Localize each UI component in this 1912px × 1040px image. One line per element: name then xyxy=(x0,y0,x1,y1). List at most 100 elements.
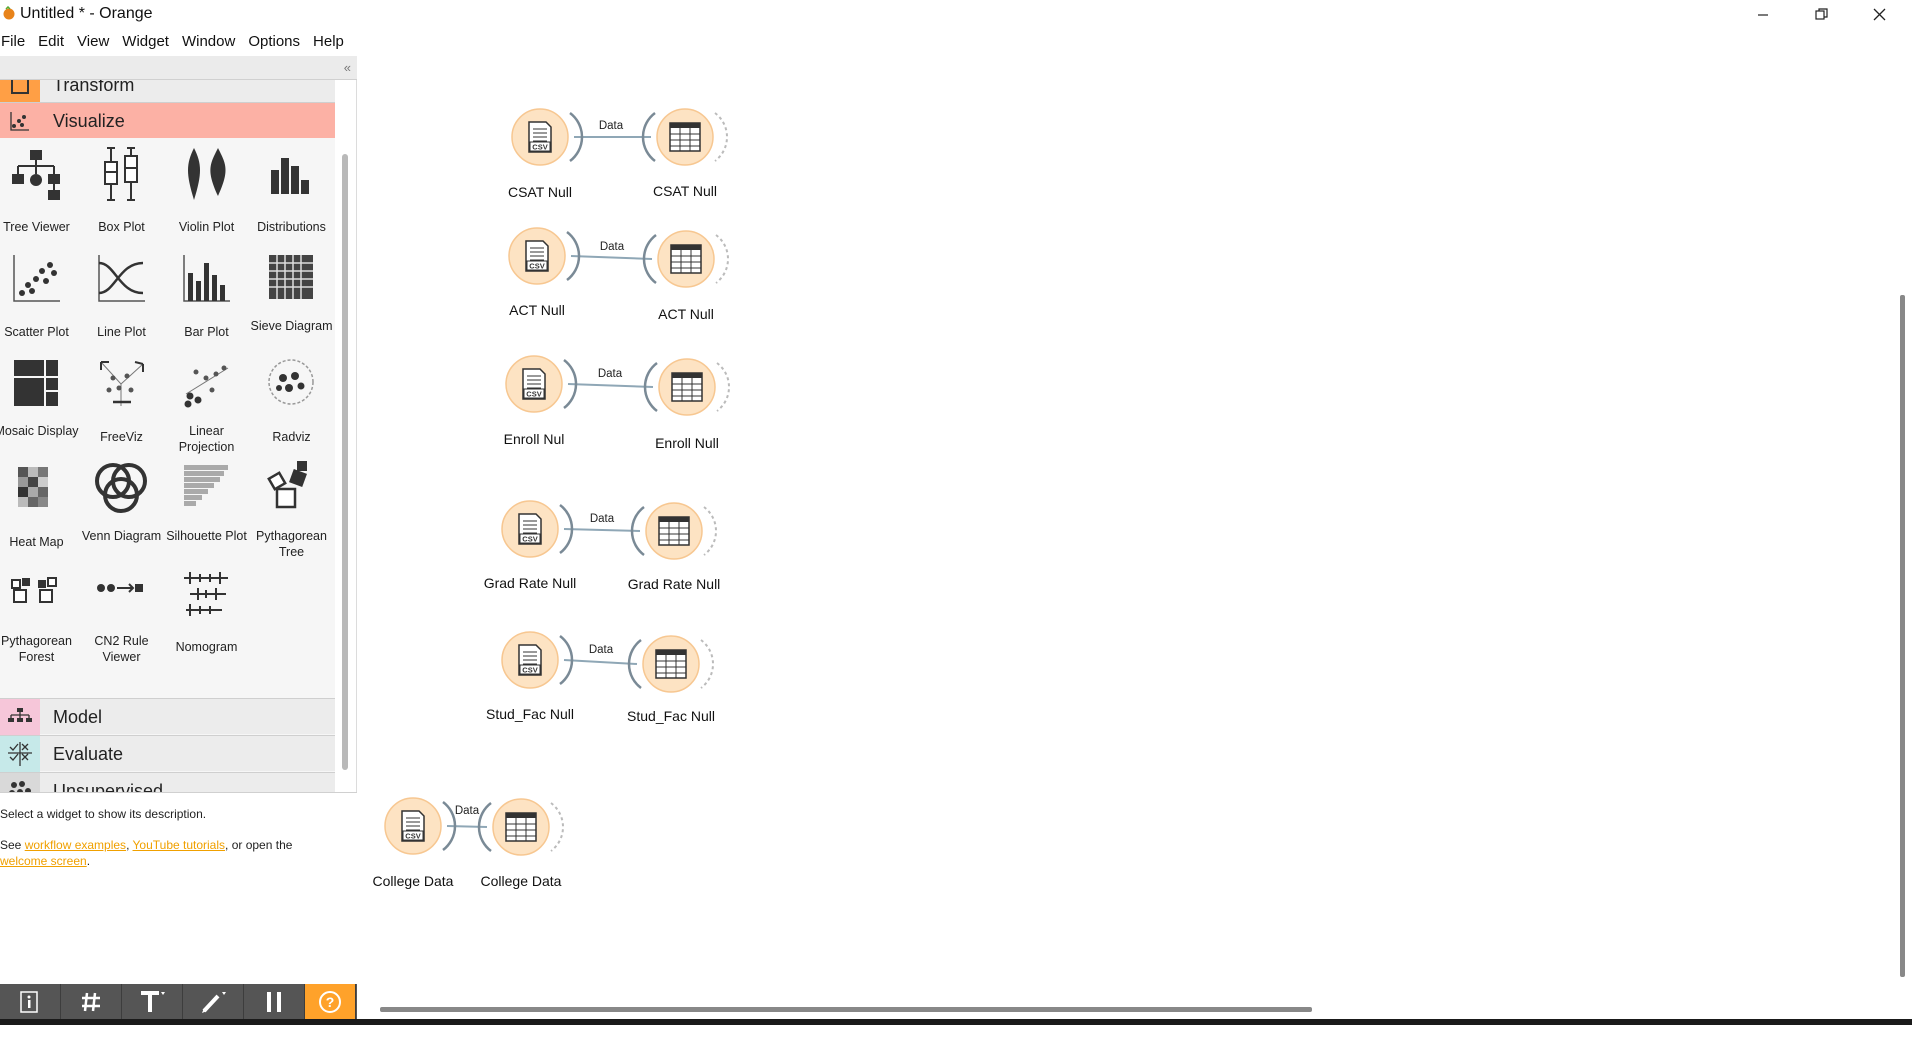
widget-linear-projection[interactable]: Linear Projection xyxy=(164,350,249,454)
category-evaluate[interactable]: Evaluate xyxy=(0,735,335,772)
widget-label: Scatter Plot xyxy=(4,325,69,339)
widget-label: CN2 Rule Viewer xyxy=(94,634,149,664)
sieve-diagram-icon xyxy=(269,255,313,299)
text-annotation-button[interactable] xyxy=(122,984,183,1019)
csv-file-icon: CSV xyxy=(522,368,546,400)
workflow-canvas[interactable]: CSV CSV CSV CSV CSV CSV Data CSAT Null CSAT Nul… xyxy=(358,56,1898,1001)
data-link[interactable] xyxy=(563,659,638,665)
widget-line-plot[interactable]: Line Plot xyxy=(79,245,164,347)
data-table-node[interactable] xyxy=(641,108,728,166)
text-icon xyxy=(141,990,165,1012)
data-table-node[interactable] xyxy=(630,502,717,560)
csv-file-node[interactable]: CSV xyxy=(501,631,574,689)
widget-violin-plot[interactable]: Violin Plot xyxy=(164,140,249,242)
category-visualize[interactable]: Visualize xyxy=(0,102,335,138)
source-node-label[interactable]: ACT Null xyxy=(509,302,565,318)
menu-widget[interactable]: Widget xyxy=(121,30,179,54)
bar-plot-icon xyxy=(183,255,230,302)
svg-text:CSV: CSV xyxy=(405,832,420,841)
widget-pythagorean-tree[interactable]: Pythagorean Tree xyxy=(249,455,334,559)
data-table-node[interactable] xyxy=(642,230,729,288)
menu-options[interactable]: Options xyxy=(247,30,310,54)
menu-file[interactable]: File xyxy=(0,30,35,54)
menu-help[interactable]: Help xyxy=(312,30,354,54)
canvas-toolbar: ? xyxy=(0,984,357,1019)
category-transform[interactable]: Transform xyxy=(0,80,335,103)
data-link[interactable] xyxy=(563,528,641,532)
data-link[interactable] xyxy=(570,255,653,260)
pause-button[interactable] xyxy=(244,984,305,1019)
workflow-examples-link[interactable]: workflow examples xyxy=(25,838,126,852)
menu-edit[interactable]: Edit xyxy=(37,30,74,54)
csv-file-node[interactable]: CSV xyxy=(511,108,584,166)
menu-window[interactable]: Window xyxy=(181,30,245,54)
menu-view[interactable]: View xyxy=(76,30,119,54)
widget-pythagorean-forest[interactable]: Pythagorean Forest xyxy=(0,560,79,664)
info-button[interactable] xyxy=(0,984,61,1019)
data-table-icon xyxy=(669,122,701,152)
close-icon xyxy=(1873,8,1885,21)
widget-heat-map[interactable]: Heat Map xyxy=(0,455,79,557)
arrow-annotation-button[interactable] xyxy=(183,984,244,1019)
widget-distributions[interactable]: Distributions xyxy=(249,140,334,242)
widget-label: Line Plot xyxy=(97,325,146,339)
widget-silhouette-plot[interactable]: Silhouette Plot xyxy=(164,455,249,557)
evaluate-icon xyxy=(0,736,40,772)
csv-file-icon: CSV xyxy=(525,240,549,272)
widget-bar-plot[interactable]: Bar Plot xyxy=(164,245,249,347)
csv-file-node[interactable]: CSV xyxy=(508,227,581,285)
target-node-label[interactable]: CSAT Null xyxy=(653,183,717,199)
svg-text:CSV: CSV xyxy=(522,535,537,544)
workflow-link-group: CSV xyxy=(511,108,728,166)
source-node-label[interactable]: Stud_Fac Null xyxy=(486,706,574,722)
target-node-label[interactable]: College Data xyxy=(481,873,562,889)
data-table-node[interactable] xyxy=(643,358,730,416)
youtube-tutorials-link[interactable]: YouTube tutorials xyxy=(133,838,226,852)
widget-label: Heat Map xyxy=(9,535,64,549)
csv-file-node[interactable]: CSV xyxy=(501,500,574,558)
widget-venn-diagram[interactable]: Venn Diagram xyxy=(79,455,164,557)
widget-cn2-rule-viewer[interactable]: CN2 Rule Viewer xyxy=(79,560,164,664)
widget-mosaic-display[interactable]: Mosaic Display xyxy=(0,350,79,452)
widget-nomogram[interactable]: Nomogram xyxy=(164,560,249,662)
workflow-link-group: CSV xyxy=(501,631,714,693)
source-node-label[interactable]: CSAT Null xyxy=(508,184,572,200)
widget-tree-viewer[interactable]: Tree Viewer xyxy=(0,140,79,242)
category-model[interactable]: Model xyxy=(0,698,335,735)
workflow-graph: CSV CSV CSV CSV CSV CSV xyxy=(384,108,730,856)
target-node-label[interactable]: Grad Rate Null xyxy=(628,576,721,592)
help-button[interactable]: ? xyxy=(305,984,356,1019)
close-button[interactable] xyxy=(1850,0,1908,29)
target-node-label[interactable]: Stud_Fac Null xyxy=(627,708,715,724)
canvas-vertical-scrollbar[interactable] xyxy=(1900,295,1905,977)
csv-file-node[interactable]: CSV xyxy=(505,355,578,413)
link-label: Data xyxy=(588,644,614,656)
widget-freeviz[interactable]: FreeViz xyxy=(79,350,164,452)
restore-button[interactable] xyxy=(1792,0,1850,29)
widget-label: Pythagorean Forest xyxy=(1,634,72,664)
category-transform-label: Transform xyxy=(53,80,135,95)
source-node-label[interactable]: Enroll Nul xyxy=(504,431,565,447)
widget-label: Mosaic Display xyxy=(0,424,79,438)
source-node-label[interactable]: College Data xyxy=(373,873,454,889)
data-table-node[interactable] xyxy=(477,798,564,856)
source-node-label[interactable]: Grad Rate Null xyxy=(484,575,577,591)
welcome-screen-link[interactable]: welcome screen xyxy=(0,854,87,868)
csv-file-node[interactable]: CSV xyxy=(384,797,457,855)
data-link[interactable] xyxy=(446,825,488,828)
toolbox-scrollbar[interactable] xyxy=(342,154,348,770)
data-link[interactable] xyxy=(567,383,654,388)
widget-label: Violin Plot xyxy=(178,220,235,234)
minimize-button[interactable] xyxy=(1734,0,1792,29)
pythagorean-forest-icon xyxy=(11,577,57,603)
canvas-horizontal-scrollbar[interactable] xyxy=(380,1007,1312,1012)
target-node-label[interactable]: Enroll Null xyxy=(655,435,719,451)
grid-button[interactable] xyxy=(61,984,122,1019)
widget-radviz[interactable]: Radviz xyxy=(249,350,334,452)
widget-scatter-plot[interactable]: Scatter Plot xyxy=(0,245,79,347)
widget-sieve-diagram[interactable]: Sieve Diagram xyxy=(249,245,334,347)
widget-box-plot[interactable]: Box Plot xyxy=(79,140,164,242)
target-node-label[interactable]: ACT Null xyxy=(658,306,714,322)
collapse-dock-icon[interactable]: « xyxy=(344,60,351,75)
data-table-node[interactable] xyxy=(627,635,714,693)
